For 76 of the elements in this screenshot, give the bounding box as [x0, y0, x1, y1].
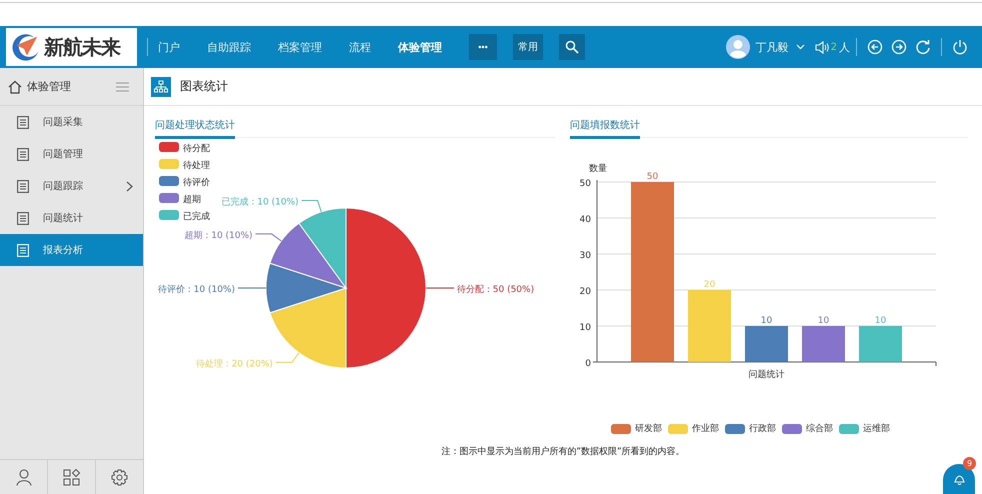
x-category-label: 问题统计 — [748, 370, 784, 380]
legend-label: 作业部 — [692, 422, 719, 435]
y-tick-label: 50 — [580, 179, 591, 189]
legend-label: 待分配 — [183, 144, 210, 154]
legend-label: 研发部 — [635, 422, 662, 435]
search-icon — [565, 40, 579, 54]
sidebar-item[interactable]: 问题统计 — [0, 202, 143, 234]
slice-label: 待处理 : 20 (20%) — [196, 359, 273, 370]
nav-tab[interactable]: 体验管理 — [398, 40, 442, 54]
legend-label: 行政部 — [749, 422, 776, 435]
notification-badge: 9 — [963, 457, 976, 470]
online-unit: 人 — [839, 40, 850, 54]
leader-line — [255, 233, 282, 242]
y-tick-label: 0 — [585, 359, 591, 369]
back-icon[interactable] — [867, 39, 883, 55]
y-tick-label: 20 — [580, 287, 591, 297]
search-button[interactable] — [559, 34, 585, 60]
value-label: 20 — [704, 280, 716, 290]
legend-label: 待评价 — [183, 178, 210, 188]
slice-label: 待分配 : 50 (50%) — [457, 285, 534, 295]
more-button[interactable]: ••• — [469, 34, 497, 60]
note-text: 注：图示中显示为当前用户所有的”数据权限”所看到的内容。 — [440, 446, 686, 458]
user-name[interactable]: 丁凡毅 — [756, 40, 789, 54]
logo[interactable]: 新航未来 — [6, 28, 137, 66]
document-icon — [17, 148, 29, 160]
online-count: 2 — [830, 42, 837, 52]
slice-label: 超期 : 10 (10%) — [184, 230, 253, 241]
legend-label: 已完成 — [183, 212, 210, 222]
forward-icon[interactable] — [891, 39, 907, 55]
menu-icon[interactable] — [116, 82, 129, 92]
chevron-down-icon[interactable] — [796, 44, 805, 50]
sidebar-item[interactable]: 问题管理 — [0, 138, 143, 170]
legend-label: 运维部 — [863, 422, 890, 435]
sitemap-icon — [151, 76, 171, 96]
panel-title: 问题处理状态统计 — [155, 114, 235, 139]
sidebar-item[interactable]: 报表分析 — [0, 234, 143, 266]
home-icon[interactable] — [8, 80, 22, 94]
nav-tab[interactable]: 自助跟踪 — [207, 40, 251, 54]
document-icon — [17, 116, 29, 128]
document-icon — [17, 180, 29, 192]
slice-label: 已完成 : 10 (10%) — [221, 198, 299, 208]
legend-label: 综合部 — [806, 422, 833, 435]
favorites-button[interactable]: 常用 — [513, 34, 543, 60]
leader-line — [301, 200, 322, 212]
slice-label: 待评价 : 10 (10%) — [158, 285, 235, 295]
value-label: 10 — [760, 316, 772, 326]
nav-tab[interactable]: 门户 — [158, 40, 180, 54]
refresh-icon[interactable] — [915, 39, 931, 55]
grid-icon — [63, 468, 80, 486]
chevron-right-icon — [126, 180, 133, 192]
nav-tab[interactable]: 流程 — [349, 40, 371, 54]
avatar-icon[interactable] — [726, 35, 750, 59]
power-icon[interactable] — [952, 39, 968, 55]
document-icon — [17, 244, 29, 256]
y-axis-title: 数量 — [589, 164, 607, 174]
legend-label: 待处理 — [183, 161, 210, 171]
speaker-icon[interactable] — [814, 40, 829, 54]
page-title: 图表统计 — [180, 78, 228, 95]
sidebar-item[interactable]: 问题跟踪 — [0, 170, 143, 202]
y-tick-label: 40 — [580, 215, 591, 225]
sidebar-title: 体验管理 — [27, 79, 72, 94]
settings-icon — [111, 468, 128, 486]
bell-icon — [952, 472, 966, 486]
value-label: 10 — [874, 316, 886, 326]
y-tick-label: 10 — [580, 323, 591, 333]
document-icon — [17, 212, 29, 224]
value-label: 10 — [818, 316, 830, 326]
nav-tab[interactable]: 档案管理 — [278, 40, 322, 54]
logo-text: 新航未来 — [44, 34, 120, 60]
y-tick-label: 30 — [580, 251, 591, 261]
leader-line — [275, 352, 300, 363]
value-label: 50 — [646, 172, 658, 182]
legend-label: 超期 — [183, 195, 201, 205]
sidebar-item[interactable]: 问题采集 — [0, 106, 143, 138]
person-icon — [16, 468, 32, 486]
panel-title: 问题填报数统计 — [570, 114, 640, 139]
